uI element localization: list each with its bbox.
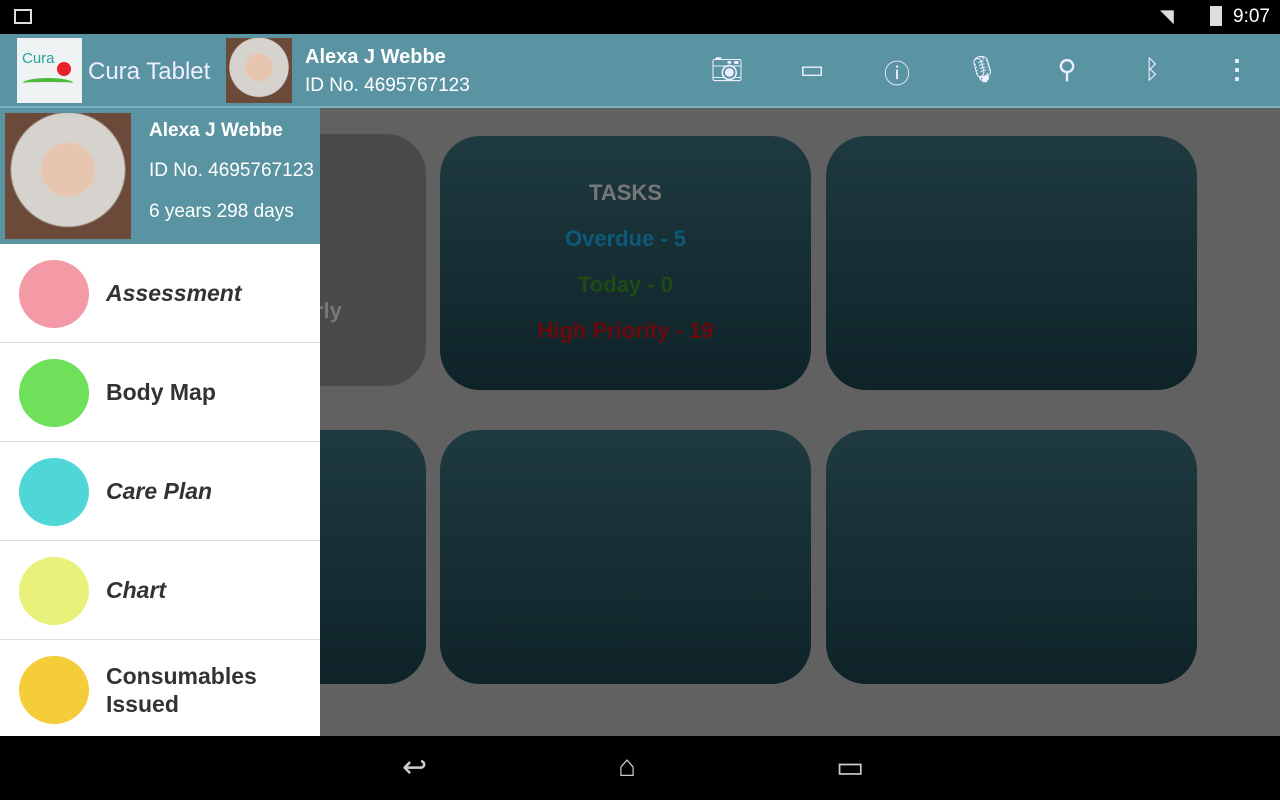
drawer-item-chart[interactable]: Chart [0,541,320,640]
body-map-icon [19,359,89,427]
recents-icon[interactable]: ▭ [836,750,864,785]
patient-id: ID No. 4695767123 [305,75,470,96]
dashboard-card[interactable] [826,430,1197,684]
tasks-overdue[interactable]: Overdue - 5 [440,226,811,252]
search-icon[interactable]: ⚲ [1047,54,1087,85]
drawer-patient-name: Alexa J Webbe [149,120,283,141]
home-icon[interactable]: ⌂ [618,750,636,784]
clock: 9:07 [1233,6,1270,27]
tasks-card[interactable]: TASKS Overdue - 5 Today - 0 High Priorit… [440,136,811,390]
care-plan-icon [19,458,89,526]
back-icon[interactable]: ↩ [402,750,427,785]
camera-icon[interactable]: 📷︎ [707,54,747,85]
tasks-title: TASKS [589,180,662,205]
drawer-patient-age: 6 years 298 days [149,201,294,222]
logo-text: Cura [22,50,55,67]
drawer-item-care-plan[interactable]: Care Plan [0,442,320,541]
navigation-drawer: Alexa J Webbe ID No. 4695767123 6 years … [0,108,320,736]
app-bar: Cura Cura Tablet Alexa J Webbe ID No. 46… [0,34,1280,108]
app-title: Cura Tablet [88,58,211,85]
drawer-header: Alexa J Webbe ID No. 4695767123 6 years … [0,108,320,244]
overflow-menu-icon[interactable]: ⋮ [1217,54,1257,85]
app-logo[interactable]: Cura [17,38,82,103]
patient-avatar[interactable] [226,38,292,103]
dashboard-card[interactable] [440,430,811,684]
drawer-patient-id: ID No. 4695767123 [149,160,314,181]
info-icon[interactable]: ⓘ [877,54,917,91]
assessment-icon [19,260,89,328]
battery-icon [1210,6,1222,26]
tasks-high-priority[interactable]: High Priority - 19 [440,318,811,344]
item-label: Chart [106,577,167,603]
chart-icon [19,557,89,625]
item-label: Care Plan [106,478,213,504]
patient-photo [5,113,131,239]
status-bar: ◥ 9:07 [0,0,1280,34]
bluetooth-icon[interactable]: ᛒ [1132,54,1172,85]
tasks-today[interactable]: Today - 0 [440,272,811,298]
dashboard-card[interactable] [826,136,1197,390]
microphone-icon[interactable]: 🎙︎ [962,54,1002,85]
drawer-item-consumables[interactable]: Consumables Issued [0,640,320,739]
item-label: Body Map [106,379,216,405]
message-icon[interactable]: ▭ [792,54,832,85]
drawer-item-body-map[interactable]: Body Map [0,343,320,442]
system-nav-bar: ↩ ⌂ ▭ [0,736,1280,800]
wifi-icon: ◥ [1160,6,1174,26]
image-notification-icon [14,9,32,24]
patient-name: Alexa J Webbe [305,46,446,68]
item-label: Assessment [106,280,242,306]
item-label: Consumables Issued [106,663,257,717]
drawer-item-assessment[interactable]: Assessment [0,244,320,343]
consumables-icon [19,656,89,724]
